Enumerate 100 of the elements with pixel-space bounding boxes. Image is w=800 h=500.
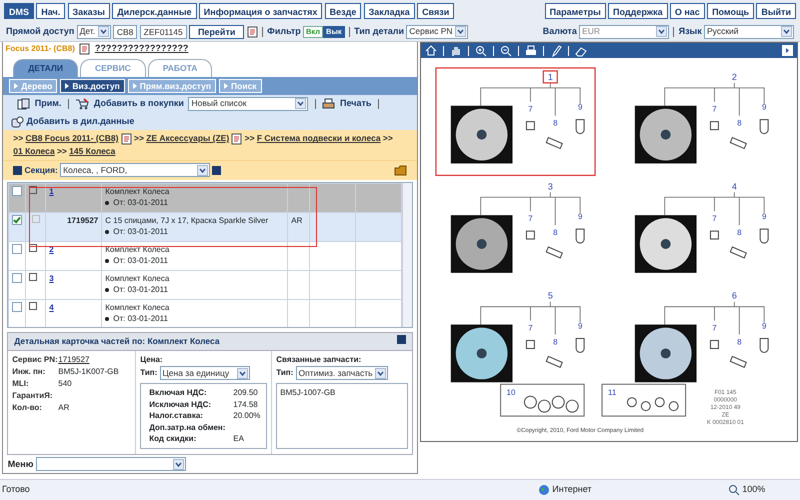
type-label: Тип: bbox=[276, 367, 294, 379]
wheel-photo bbox=[450, 324, 512, 382]
callout-number: 7 bbox=[712, 104, 716, 114]
nav-button[interactable]: Связи bbox=[417, 3, 454, 19]
folder-icon bbox=[394, 164, 407, 176]
wheel-photo bbox=[634, 106, 696, 164]
nut-drawing bbox=[710, 121, 719, 130]
price-type-select[interactable]: Цена за единицу bbox=[160, 366, 250, 380]
callout-number: 9 bbox=[578, 212, 582, 222]
expand-button[interactable] bbox=[782, 45, 793, 56]
callout-number: 11 bbox=[608, 388, 616, 398]
nav-button[interactable]: Дилерск.данные bbox=[112, 3, 197, 19]
breadcrumb-link[interactable]: 01 Колеса bbox=[13, 145, 55, 158]
nav-button[interactable]: Параметры bbox=[544, 3, 606, 19]
related-part[interactable]: BM5J-1007-GB bbox=[280, 387, 404, 399]
section-title: Связанные запчасти: bbox=[276, 354, 362, 366]
catalog-field[interactable]: CB8 bbox=[112, 24, 138, 38]
zoom-in-icon[interactable] bbox=[474, 44, 487, 56]
expander-icon[interactable] bbox=[29, 186, 38, 194]
nav-button[interactable]: Нач. bbox=[36, 3, 66, 19]
row-checkbox[interactable] bbox=[12, 186, 22, 196]
print-icon[interactable] bbox=[524, 44, 537, 56]
chevron-icon bbox=[456, 27, 465, 36]
callout-number: 2 bbox=[732, 72, 737, 82]
item-number-link[interactable]: 1 bbox=[49, 187, 54, 196]
subnav-button[interactable]: Виз.доступ bbox=[60, 78, 125, 93]
nav-button[interactable]: Везде bbox=[324, 3, 362, 19]
price-label: Код скидки: bbox=[149, 433, 198, 444]
eraser-icon[interactable] bbox=[574, 44, 587, 56]
cap-drawing bbox=[759, 338, 768, 353]
next-button[interactable] bbox=[212, 166, 222, 175]
zoom-out-icon[interactable] bbox=[500, 44, 512, 56]
triangle-icon bbox=[224, 82, 228, 89]
section-label: Секция: bbox=[24, 164, 58, 177]
triangle-icon bbox=[65, 82, 70, 89]
collapse-button[interactable] bbox=[396, 335, 406, 344]
nav-button[interactable]: Закладка bbox=[364, 3, 415, 19]
nav-button[interactable]: Информация о запчастях bbox=[198, 3, 322, 19]
note-button[interactable]: Прим. bbox=[34, 97, 62, 110]
vehicle-link[interactable]: ????????????????? bbox=[94, 42, 188, 56]
scrollbar[interactable] bbox=[402, 183, 412, 328]
chevron-icon bbox=[98, 27, 108, 36]
price-label: Исключая НДС: bbox=[149, 398, 212, 410]
type-label: Тип: bbox=[140, 367, 158, 379]
previous-button[interactable] bbox=[13, 166, 22, 175]
add-data-icon bbox=[11, 116, 24, 128]
breadcrumb-link[interactable]: CB8 Focus 2011- (CB8) bbox=[25, 132, 118, 146]
callout-number: 8 bbox=[552, 118, 558, 128]
language-select[interactable]: Русский bbox=[704, 24, 794, 38]
callout-number: 7 bbox=[712, 214, 716, 224]
code-field[interactable]: ZEF01145 bbox=[140, 24, 187, 38]
nav-button[interactable]: О нас bbox=[670, 3, 705, 19]
chevron-icon bbox=[782, 27, 791, 36]
go-button[interactable]: Перейти bbox=[188, 24, 244, 38]
valve-drawing bbox=[729, 356, 747, 368]
breadcrumb-link[interactable]: ZE Аксессуары (ZE) bbox=[146, 132, 230, 146]
row-checkbox[interactable] bbox=[12, 302, 22, 312]
bullet-icon bbox=[105, 258, 110, 263]
nav-button[interactable]: Поддержка bbox=[608, 3, 668, 19]
callout-number: 8 bbox=[552, 228, 558, 238]
nav-button[interactable]: DMS bbox=[4, 3, 34, 19]
zoom-level[interactable]: 100% bbox=[742, 483, 766, 497]
row-checkbox[interactable] bbox=[12, 244, 22, 254]
breadcrumb-link[interactable]: F Система подвески и колеса bbox=[256, 132, 381, 146]
print-button[interactable]: Печать bbox=[340, 97, 372, 110]
part-link[interactable]: 1719527 bbox=[58, 354, 90, 366]
related-type-select[interactable]: Оптимиз. запчасть bbox=[296, 366, 388, 380]
pencil-icon[interactable] bbox=[550, 44, 562, 56]
field-label: Инж. пн: bbox=[12, 366, 46, 378]
wheel-photo bbox=[634, 215, 696, 273]
callout-number: 9 bbox=[578, 102, 582, 112]
callout-number: 7 bbox=[712, 324, 716, 333]
expander-icon[interactable] bbox=[29, 244, 38, 252]
home-icon[interactable] bbox=[424, 44, 437, 56]
nav-button[interactable]: Помощь bbox=[707, 3, 754, 19]
item-number-link[interactable]: 3 bbox=[49, 274, 54, 284]
list-select[interactable]: Новый список bbox=[188, 96, 308, 111]
expander-icon[interactable] bbox=[29, 302, 38, 310]
add-to-cart-button[interactable]: Добавить в покупки bbox=[94, 97, 184, 110]
nav-button[interactable]: Выйти bbox=[756, 3, 796, 19]
row-checkbox[interactable] bbox=[12, 273, 22, 284]
item-number-link[interactable]: 4 bbox=[49, 303, 54, 312]
menu-select[interactable] bbox=[36, 457, 186, 472]
row-checkbox[interactable] bbox=[12, 215, 22, 226]
breadcrumb-link[interactable]: 145 Колеса bbox=[69, 145, 116, 158]
globe-icon bbox=[538, 484, 550, 496]
price-label: Налог.ставка: bbox=[149, 410, 204, 422]
section-select[interactable]: Колеса, , FORD, bbox=[60, 163, 210, 178]
expander-icon[interactable] bbox=[29, 273, 38, 282]
nut-drawing bbox=[710, 230, 719, 240]
bullet-icon bbox=[105, 316, 110, 321]
nav-button[interactable]: Заказы bbox=[68, 3, 110, 19]
description: Комплект Колеса bbox=[105, 302, 170, 314]
bullet-icon bbox=[105, 288, 110, 292]
triangle-icon bbox=[132, 82, 137, 89]
type-select[interactable]: Дет. bbox=[76, 24, 111, 38]
description: Комплект Колеса bbox=[105, 186, 170, 198]
part-type-select[interactable]: Сервис PN bbox=[406, 24, 468, 38]
menu-label: Меню bbox=[8, 458, 34, 470]
document-icon bbox=[246, 26, 258, 38]
